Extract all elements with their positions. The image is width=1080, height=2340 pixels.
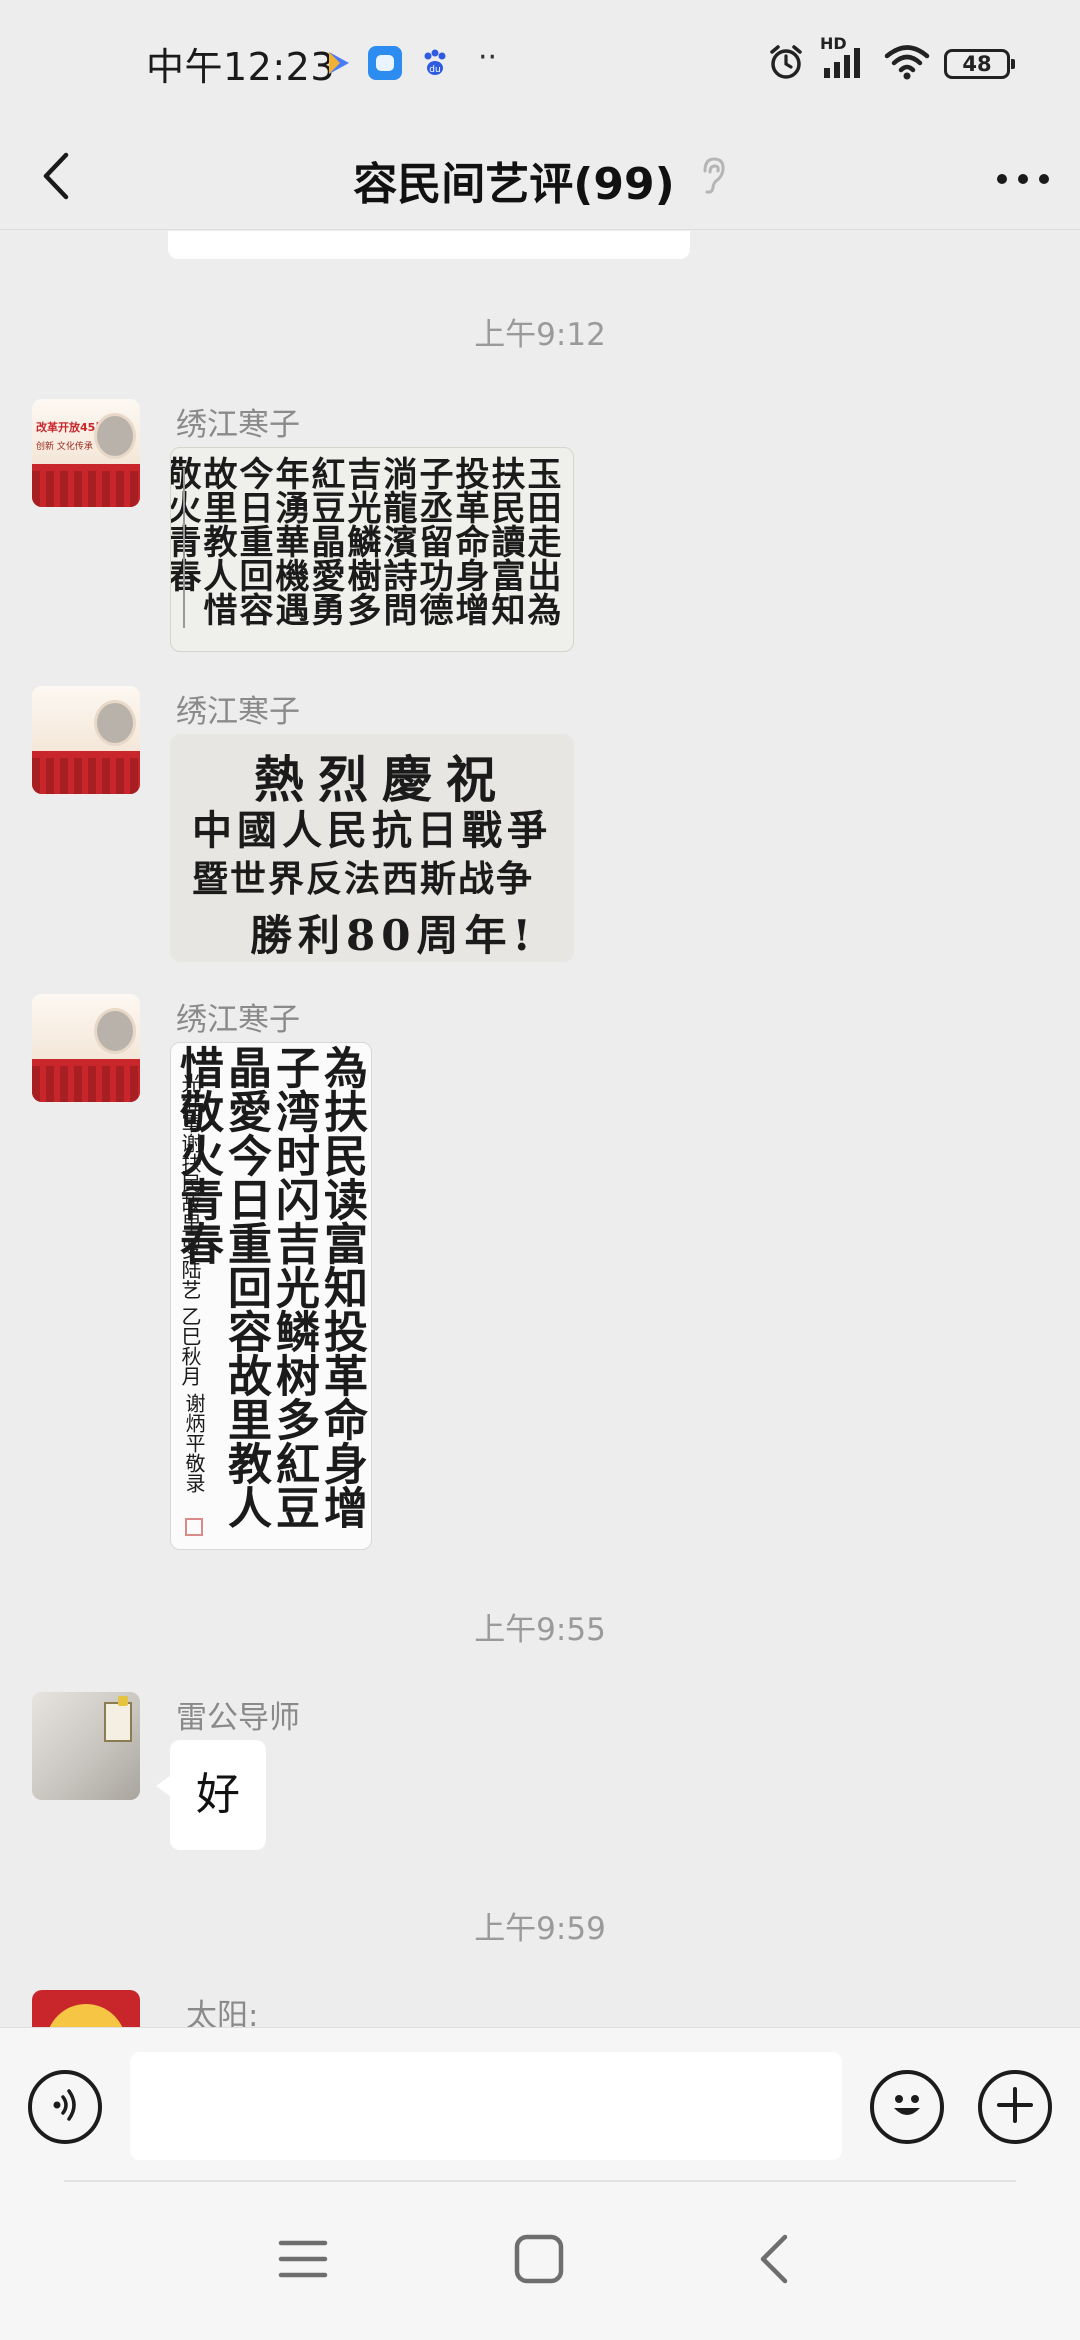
more-dots-icon — [995, 171, 1051, 190]
video-app-icon — [320, 46, 354, 80]
calligraphy-seal — [183, 468, 193, 628]
status-bar: 中午12:23 du ·· HD 48 — [0, 0, 1080, 126]
svg-text:du: du — [429, 65, 440, 75]
text-bubble[interactable]: 好 — [156, 1740, 266, 1850]
sender-name: 绣江寒子 — [176, 694, 300, 730]
calligraphy-seal — [185, 1518, 203, 1536]
avatar-portrait — [94, 413, 136, 459]
more-notifications-indicator: ·· — [478, 40, 498, 75]
banner-line-4: 勝利80周年! — [250, 911, 537, 960]
menu-icon — [278, 2237, 328, 2285]
avatar-portrait — [94, 700, 136, 746]
avatar[interactable] — [32, 994, 140, 1102]
message-image[interactable]: 為扶民读富知投革命身增子湾时闪吉光鳞树多紅豆晶愛今日重回容故里教人惜敬火青春 光… — [170, 1042, 372, 1550]
avatar-badge — [118, 1696, 128, 1706]
sender-name: 太阳: — [186, 1998, 259, 2027]
home-button[interactable] — [504, 2226, 574, 2296]
avatar-skyline — [32, 758, 140, 794]
banner-line-3: 暨世界反法西斯战争 — [192, 858, 535, 900]
message-input-bar — [0, 2027, 1080, 2183]
chat-message-list[interactable]: 上午9:12 改革开放45周年 创新 文化传承 绣江寒子 玉田走出為扶民讀富知投… — [0, 231, 1080, 2027]
avatar-portrait — [94, 1008, 136, 1054]
wifi-icon — [884, 42, 930, 86]
sender-name: 绣江寒子 — [176, 407, 300, 443]
sender-name: 绣江寒子 — [176, 1002, 300, 1038]
cellular-signal-icon: HD — [820, 34, 870, 86]
message-image[interactable]: 玉田走出為扶民讀富知投革命身增子丞留功德淌龍濱詩問吉光鱗樹多紅豆晶愛勇年湧華機遇… — [170, 447, 574, 652]
system-back-button[interactable] — [740, 2226, 810, 2296]
more-options-button[interactable] — [988, 150, 1058, 210]
voice-icon — [45, 2085, 85, 2129]
previous-message-bubble[interactable] — [168, 231, 690, 259]
status-time: 中午12:23 — [146, 45, 336, 89]
baidu-app-icon: du — [418, 46, 452, 80]
hd-label: HD — [820, 34, 847, 53]
plus-icon — [993, 2083, 1037, 2131]
emoji-button[interactable] — [870, 2070, 944, 2144]
cloud-app-icon — [368, 46, 402, 80]
voice-button[interactable] — [28, 2070, 102, 2144]
calligraphy-artwork: 玉田走出為扶民讀富知投革命身增子丞留功德淌龍濱詩問吉光鱗樹多紅豆晶愛勇年湧華機遇… — [170, 456, 561, 628]
message-image[interactable]: 熱烈慶祝 中國人民抗日戰爭 暨世界反法西斯战争 勝利80周年! — [170, 734, 574, 962]
banner-line-2: 中國人民抗日戰爭 — [192, 807, 552, 854]
avatar[interactable] — [32, 686, 140, 794]
more-functions-button[interactable] — [978, 2070, 1052, 2144]
home-square-icon — [513, 2233, 565, 2289]
emoji-icon — [882, 2080, 932, 2134]
message-text-input[interactable] — [130, 2052, 842, 2160]
avatar-certificate — [104, 1702, 132, 1742]
sun-avatar-image — [46, 2004, 126, 2027]
alarm-icon — [766, 42, 806, 86]
battery-indicator: 48 — [944, 49, 1015, 79]
chat-title-area: 容民间艺评(99) — [0, 148, 1080, 212]
ear-icon — [697, 155, 727, 206]
page-title: 容民间艺评(99) — [353, 159, 675, 210]
avatar[interactable] — [32, 1990, 140, 2027]
system-navigation-bar — [0, 2182, 1080, 2340]
status-right-group: HD 48 — [766, 34, 1015, 86]
timestamp: 上午9:59 — [474, 1911, 606, 1947]
avatar-skyline — [32, 471, 140, 507]
avatar[interactable]: 改革开放45周年 创新 文化传承 — [32, 399, 140, 507]
sender-name: 雷公导师 — [176, 1700, 300, 1736]
avatar[interactable] — [32, 1692, 140, 1800]
back-triangle-icon — [755, 2233, 795, 2289]
timestamp: 上午9:12 — [474, 317, 606, 353]
recent-apps-button[interactable] — [268, 2226, 338, 2296]
chat-header: 容民间艺评(99) — [0, 126, 1080, 230]
calligraphy-artwork: 為扶民读富知投革命身增子湾时闪吉光鳞树多紅豆晶愛今日重回容故里教人惜敬火青春 光… — [171, 1043, 371, 1549]
avatar-skyline — [32, 1066, 140, 1102]
timestamp: 上午9:55 — [474, 1612, 606, 1648]
